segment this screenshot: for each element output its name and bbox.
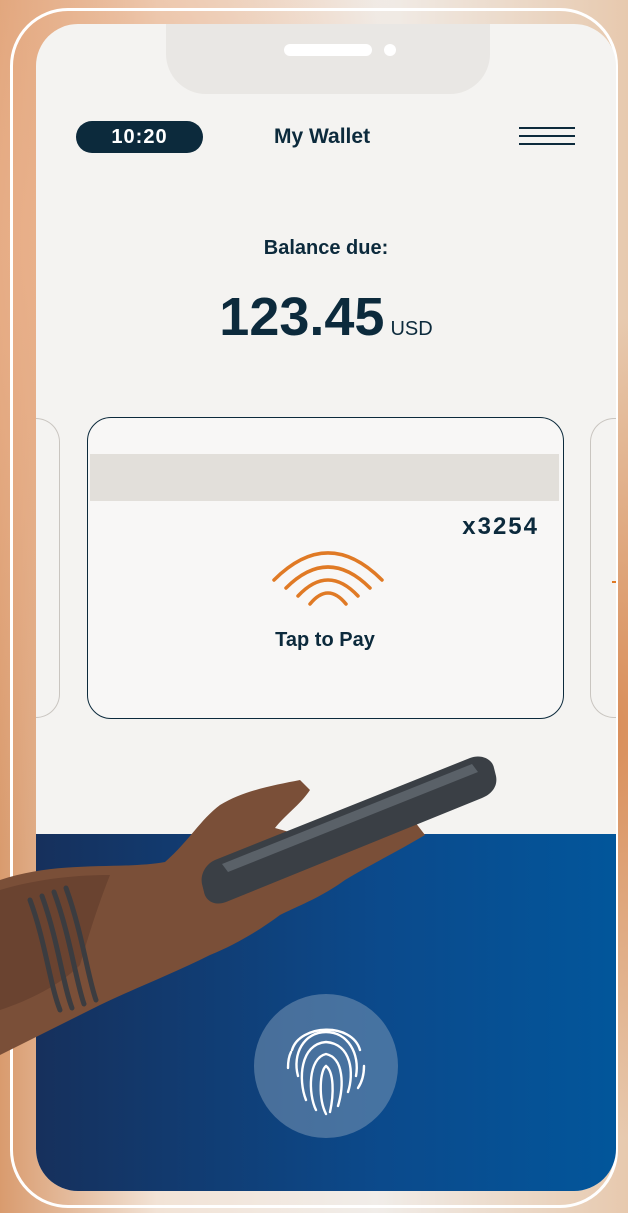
payment-card[interactable]: x3254 Tap to Pay [87, 417, 564, 719]
balance-value: 123.45 USD [36, 286, 616, 348]
front-camera [384, 44, 396, 56]
balance-label: Balance due: [263, 237, 389, 259]
accent-line [612, 581, 616, 583]
tap-to-pay-label[interactable]: Tap to Pay [88, 629, 562, 652]
fingerprint-button[interactable] [254, 994, 398, 1138]
status-time: 10:20 [76, 121, 203, 153]
fingerprint-icon [286, 1028, 366, 1116]
balance-amount: 123.45 [219, 287, 385, 347]
page-title: My Wallet [274, 125, 371, 148]
balance-currency: USD [390, 318, 433, 340]
phone-notch [166, 24, 490, 94]
next-card[interactable] [590, 418, 616, 718]
card-stripe [90, 454, 559, 501]
card-number: x3254 [462, 513, 539, 540]
speaker-grille [284, 44, 372, 56]
contactless-icon [272, 551, 384, 606]
previous-card[interactable] [36, 418, 60, 718]
hamburger-menu-icon[interactable] [519, 124, 575, 150]
